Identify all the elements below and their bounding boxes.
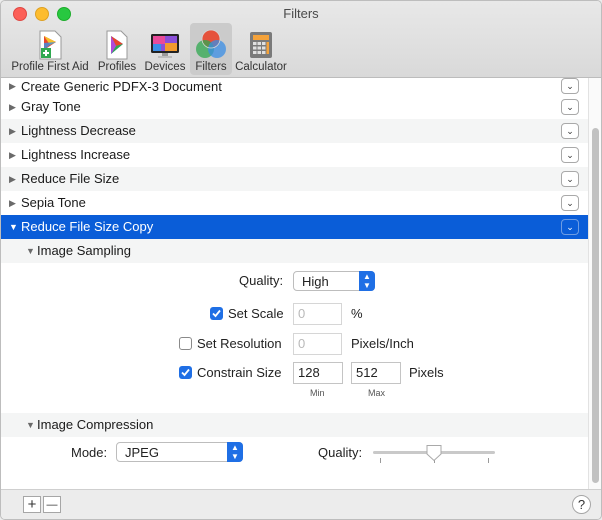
- filters-window: Filters Profile First Aid Profiles Devic…: [0, 0, 602, 520]
- remove-filter-button[interactable]: —: [43, 496, 61, 513]
- popup-arrows-icon: ▲ ▼: [227, 442, 243, 462]
- set-resolution-checkbox[interactable]: [179, 337, 192, 350]
- compression-quality-label: Quality:: [318, 445, 363, 460]
- slider-tick: [380, 458, 381, 463]
- filters-icon: [196, 29, 226, 58]
- filter-row[interactable]: ▶ Sepia Tone ⌄: [1, 191, 589, 215]
- compression-quality-slider[interactable]: [373, 443, 495, 471]
- disclosure-triangle-expanded-icon[interactable]: ▼: [26, 239, 35, 263]
- toolbar-label: Profiles: [97, 61, 137, 73]
- filter-menu-button[interactable]: ⌄: [561, 171, 579, 187]
- toolbar-label: Filters: [195, 61, 227, 73]
- toolbar-label: Profile First Aid: [11, 61, 89, 73]
- help-button[interactable]: ?: [572, 495, 591, 514]
- filter-name: Sepia Tone: [21, 195, 86, 210]
- disclosure-triangle-icon[interactable]: ▶: [9, 95, 16, 119]
- filter-name: Create Generic PDFX-3 Document: [21, 79, 222, 94]
- filter-menu-button[interactable]: ⌄: [561, 99, 579, 115]
- quality-label: Quality:: [239, 273, 284, 288]
- disclosure-triangle-expanded-icon[interactable]: ▼: [9, 215, 18, 239]
- filter-name: Lightness Increase: [21, 147, 131, 162]
- disclosure-triangle-expanded-icon[interactable]: ▼: [26, 413, 35, 437]
- filter-menu-button[interactable]: ⌄: [561, 78, 579, 94]
- min-caption: Min: [310, 388, 325, 398]
- toolbar-label: Devices: [144, 61, 186, 73]
- filter-menu-button[interactable]: ⌄: [561, 195, 579, 211]
- image-sampling-panel: Quality: High ▲ ▼ Set Scale 0 % Set Resol…: [1, 263, 589, 413]
- set-scale-checkbox[interactable]: [210, 307, 223, 320]
- disclosure-triangle-icon[interactable]: ▶: [9, 78, 16, 95]
- set-scale-unit: %: [351, 306, 363, 321]
- vertical-scrollbar[interactable]: [588, 78, 601, 489]
- constrain-min-field[interactable]: 128: [293, 362, 343, 384]
- filter-name: Gray Tone: [21, 99, 81, 114]
- set-resolution-unit: Pixels/Inch: [351, 336, 414, 351]
- image-compression-panel: Mode: JPEG ▲ ▼ Quality:: [1, 437, 589, 489]
- constrain-size-checkbox[interactable]: [179, 366, 192, 379]
- checkmark-icon: [181, 368, 190, 377]
- filter-row[interactable]: ▶ Lightness Increase ⌄: [1, 143, 589, 167]
- checkmark-icon: [212, 309, 221, 318]
- disclosure-triangle-icon[interactable]: ▶: [9, 143, 16, 167]
- toolbar-profile-first-aid[interactable]: Profile First Aid: [6, 23, 94, 75]
- toolbar-profiles[interactable]: Profiles: [94, 23, 140, 75]
- filter-name: Reduce File Size: [21, 171, 120, 186]
- toolbar-filters[interactable]: Filters: [190, 23, 232, 75]
- add-filter-button[interactable]: +: [23, 496, 41, 513]
- constrain-size-label: Constrain Size: [197, 365, 282, 380]
- mode-label: Mode:: [71, 445, 108, 460]
- profile-first-aid-icon: [39, 30, 62, 60]
- constrain-size-unit: Pixels: [409, 365, 444, 380]
- mode-value: JPEG: [125, 445, 159, 460]
- max-caption: Max: [368, 388, 386, 398]
- mode-popup[interactable]: JPEG ▲ ▼: [116, 442, 243, 462]
- bottom-bar: + — ?: [1, 489, 601, 519]
- devices-icon: [151, 34, 179, 58]
- disclosure-triangle-icon[interactable]: ▶: [9, 167, 16, 191]
- calculator-icon: [250, 32, 272, 58]
- section-title: Image Compression: [37, 417, 154, 432]
- set-resolution-label: Set Resolution: [197, 336, 282, 351]
- filter-menu-button[interactable]: ⌄: [561, 147, 579, 163]
- disclosure-triangle-icon[interactable]: ▶: [9, 191, 16, 215]
- image-compression-header[interactable]: ▼ Image Compression: [1, 413, 589, 437]
- quality-popup[interactable]: High ▲ ▼: [293, 271, 375, 291]
- toolbar-devices[interactable]: Devices: [140, 23, 190, 75]
- constrain-max-field[interactable]: 512: [351, 362, 401, 384]
- slider-knob[interactable]: [425, 444, 443, 462]
- image-sampling-header[interactable]: ▼ Image Sampling: [1, 239, 589, 263]
- set-scale-label: Set Scale: [228, 306, 284, 321]
- filter-menu-button[interactable]: ⌄: [561, 123, 579, 139]
- section-title: Image Sampling: [37, 243, 131, 258]
- title-bar: Filters Profile First Aid Profiles Devic…: [1, 1, 601, 78]
- toolbar-calculator[interactable]: Calculator: [232, 23, 290, 75]
- scrollbar-thumb[interactable]: [592, 128, 599, 483]
- filter-row[interactable]: ▶ Gray Tone ⌄: [1, 95, 589, 119]
- toolbar: Profile First Aid Profiles Devices Filte…: [6, 23, 290, 75]
- filter-row-selected[interactable]: ▼ Reduce File Size Copy ⌄: [1, 215, 589, 239]
- filter-row[interactable]: ▶ Reduce File Size ⌄: [1, 167, 589, 191]
- popup-arrows-icon: ▲ ▼: [359, 271, 375, 291]
- set-scale-field[interactable]: 0: [293, 303, 342, 325]
- slider-tick: [488, 458, 489, 463]
- disclosure-triangle-icon[interactable]: ▶: [9, 119, 16, 143]
- filter-name: Lightness Decrease: [21, 123, 136, 138]
- set-resolution-field[interactable]: 0: [293, 333, 342, 355]
- profiles-icon: [106, 30, 128, 60]
- filter-list: ▶ Create Generic PDFX-3 Document ⌄ ▶ Gra…: [1, 78, 589, 489]
- window-title: Filters: [283, 6, 319, 21]
- filter-row[interactable]: ▶ Create Generic PDFX-3 Document ⌄: [1, 78, 589, 95]
- quality-value: High: [302, 274, 329, 289]
- filter-row[interactable]: ▶ Lightness Decrease ⌄: [1, 119, 589, 143]
- toolbar-label: Calculator: [235, 61, 287, 73]
- filter-name: Reduce File Size Copy: [21, 219, 154, 234]
- filter-menu-button[interactable]: ⌄: [561, 219, 579, 235]
